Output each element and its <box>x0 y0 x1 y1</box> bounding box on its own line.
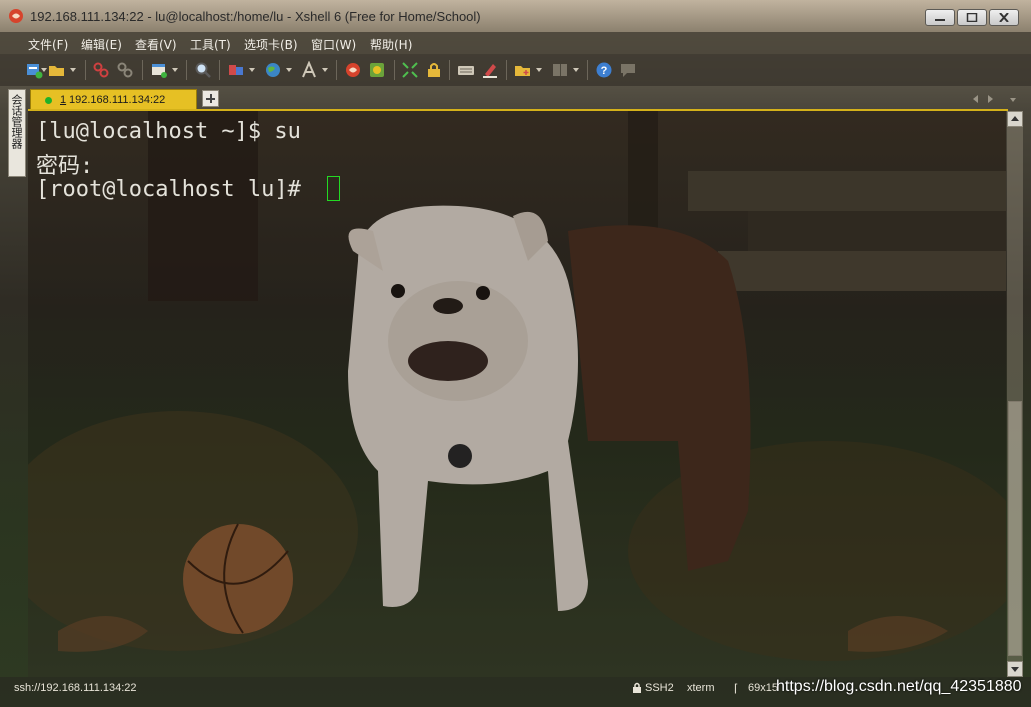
add-folder-icon[interactable] <box>514 61 532 79</box>
globe-dropdown[interactable] <box>286 68 292 72</box>
toolbar-separator <box>85 60 86 80</box>
tab-session-1[interactable]: 1 192.168.111.134:22 <box>30 89 197 110</box>
properties-dropdown[interactable] <box>249 68 255 72</box>
toolbar-separator <box>449 60 450 80</box>
xftp-icon[interactable] <box>344 61 362 79</box>
maximize-icon <box>966 13 978 22</box>
properties-icon[interactable] <box>227 61 245 79</box>
scroll-thumb[interactable] <box>1008 401 1022 656</box>
toolbar-separator <box>394 60 395 80</box>
terminal-line: 密码: <box>36 154 94 179</box>
chat-icon[interactable] <box>619 61 637 79</box>
menu-tabs[interactable]: 选项卡(B) <box>244 36 298 53</box>
watermark: https://blog.csdn.net/qq_42351880 <box>776 678 1022 695</box>
font-dropdown[interactable] <box>322 68 328 72</box>
tab-label: 192.168.111.134:22 <box>69 94 166 106</box>
status-connection: ssh://192.168.111.134:22 <box>14 682 137 694</box>
toolbar-separator <box>506 60 507 80</box>
menu-window[interactable]: 窗口(W) <box>311 36 356 53</box>
status-bar: ssh://192.168.111.134:22 SSH2 xterm ⌈ 69… <box>0 677 1031 707</box>
svg-text:?: ? <box>601 65 608 77</box>
menu-bar: 文件(F) 编辑(E) 查看(V) 工具(T) 选项卡(B) 窗口(W) 帮助(… <box>0 32 1031 54</box>
new-window-dropdown[interactable] <box>172 68 178 72</box>
new-window-icon[interactable] <box>150 61 168 79</box>
title-bar[interactable]: 192.168.111.134:22 - lu@localhost:/home/… <box>0 0 1031 32</box>
terminal-cursor <box>327 176 340 201</box>
menu-help[interactable]: 帮助(H) <box>370 36 412 53</box>
toolbar: ? <box>0 54 1031 86</box>
terminal-line: [root@localhost lu]# <box>36 177 315 202</box>
highlight-icon[interactable] <box>481 61 499 79</box>
close-button[interactable] <box>989 9 1019 26</box>
tab-strip: 1 192.168.111.134:22 <box>28 88 1023 110</box>
new-session-dropdown[interactable] <box>41 68 47 72</box>
xshell-window: 192.168.111.134:22 - lu@localhost:/home/… <box>0 0 1031 707</box>
toolbar-separator <box>587 60 588 80</box>
fullscreen-icon[interactable] <box>401 61 419 79</box>
disconnect-icon[interactable] <box>116 61 134 79</box>
menu-view[interactable]: 查看(V) <box>135 36 177 53</box>
session-manager-tab[interactable]: 会话管理器 <box>8 89 26 177</box>
status-terminal-type: xterm <box>687 682 715 694</box>
scroll-up-button[interactable] <box>1007 111 1023 127</box>
terminal-line: [lu@localhost ~]$ su <box>36 119 301 144</box>
chevron-down-icon[interactable] <box>1010 98 1016 102</box>
maximize-button[interactable] <box>957 9 987 26</box>
menu-edit[interactable]: 编辑(E) <box>81 36 122 53</box>
find-icon[interactable] <box>194 61 212 79</box>
lock-icon <box>633 682 641 693</box>
toolbar-separator <box>142 60 143 80</box>
add-folder-dropdown[interactable] <box>536 68 542 72</box>
globe-icon[interactable] <box>264 61 282 79</box>
terminal-pane[interactable]: [lu@localhost ~]$ su 密码: [root@localhost… <box>28 111 1006 677</box>
minimize-icon <box>935 19 945 21</box>
session-manager-label: 会话管理器 <box>10 94 23 149</box>
menu-tools[interactable]: 工具(T) <box>190 36 231 53</box>
connection-status-icon <box>45 97 52 104</box>
status-size: 69x15 <box>748 682 778 694</box>
toolbar-separator <box>186 60 187 80</box>
font-icon[interactable] <box>300 61 318 79</box>
help-icon[interactable]: ? <box>595 61 613 79</box>
connect-icon[interactable] <box>92 61 110 79</box>
terminal-size-icon: ⌈ <box>734 683 739 695</box>
minimize-button[interactable] <box>925 9 955 26</box>
tab-number: 1 <box>60 94 67 106</box>
chevron-right-icon[interactable] <box>988 95 993 103</box>
close-icon <box>999 13 1009 22</box>
open-folder-dropdown[interactable] <box>70 68 76 72</box>
lock-icon[interactable] <box>425 61 443 79</box>
toolbar-separator <box>336 60 337 80</box>
keyboard-icon[interactable] <box>457 61 475 79</box>
layout-dropdown[interactable] <box>573 68 579 72</box>
layout-icon[interactable] <box>551 61 569 79</box>
status-protocol: SSH2 <box>645 682 674 694</box>
menu-file[interactable]: 文件(F) <box>28 36 68 53</box>
chevron-left-icon[interactable] <box>973 95 978 103</box>
window-title: 192.168.111.134:22 - lu@localhost:/home/… <box>30 9 481 24</box>
terminal-scrollbar[interactable] <box>1007 111 1023 677</box>
open-folder-icon[interactable] <box>48 61 66 79</box>
add-tab-button[interactable] <box>202 90 219 107</box>
xshell-app-icon <box>9 9 23 23</box>
xmanager-icon[interactable] <box>368 61 386 79</box>
scroll-down-button[interactable] <box>1007 661 1023 677</box>
toolbar-separator <box>219 60 220 80</box>
